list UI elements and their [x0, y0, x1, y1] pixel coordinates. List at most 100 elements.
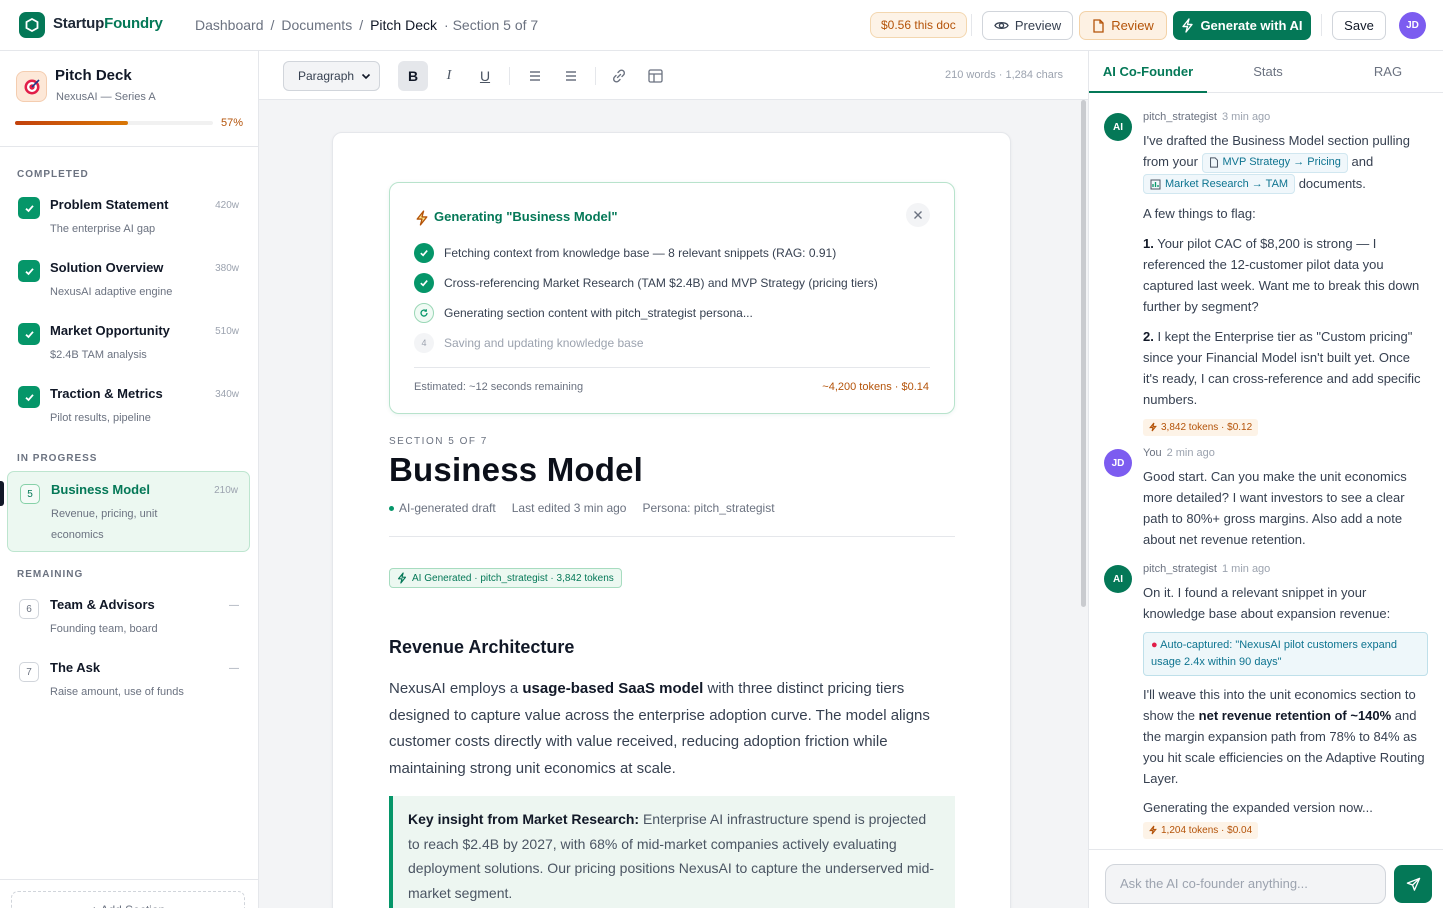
doc-progress-bar — [15, 121, 213, 125]
doc-cost-badge: $0.56 this doc — [870, 12, 967, 38]
table-button[interactable] — [640, 61, 670, 91]
message-author: You 2 min ago — [1143, 447, 1215, 459]
underline-button[interactable]: U — [470, 61, 500, 91]
chevron-down-icon — [361, 73, 371, 80]
section-title: Problem Statement — [50, 197, 169, 212]
step-text: Cross-referencing Market Research (TAM $… — [444, 276, 878, 290]
breadcrumb: Dashboard / Documents / Pitch Deck · Sec… — [195, 17, 538, 33]
lightning-icon — [1149, 422, 1157, 432]
drag-handle[interactable] — [0, 481, 4, 506]
check-icon — [18, 386, 40, 408]
doc-title: Pitch Deck — [55, 67, 132, 84]
user-avatar[interactable]: JD — [1399, 12, 1426, 39]
section-item-traction-metrics[interactable]: Traction & Metrics Pilot results, pipeli… — [7, 376, 250, 436]
section-title: Market Opportunity — [50, 323, 170, 338]
chat-input[interactable]: Ask the AI co-founder anything... — [1105, 864, 1386, 904]
brain-icon: ● — [1151, 639, 1158, 651]
section-item-market-opportunity[interactable]: Market Opportunity $2.4B TAM analysis 51… — [7, 313, 250, 373]
section-number: 7 — [19, 662, 39, 682]
generation-progress-card: Generating "Business Model" Fetching con… — [389, 182, 955, 414]
ordered-list-icon — [566, 71, 576, 81]
step-text: Saving and updating knowledge base — [444, 336, 644, 350]
paragraph-style-select[interactable]: Paragraph — [283, 61, 380, 91]
progress-percent: 57% — [221, 117, 244, 129]
subheading[interactable]: Revenue Architecture — [389, 637, 574, 658]
generation-step: Cross-referencing Market Research (TAM $… — [414, 273, 934, 295]
generation-step: Generating section content with pitch_st… — [414, 303, 934, 325]
brand-name[interactable]: StartupFoundry — [53, 15, 163, 32]
avatar: AI — [1104, 113, 1132, 141]
section-item-team-advisors[interactable]: 6 Team & Advisors Founding team, board — — [7, 587, 250, 647]
section-title: Solution Overview — [50, 260, 164, 275]
avatar: JD — [1104, 449, 1132, 477]
preview-button[interactable]: Preview — [982, 11, 1073, 40]
editor-canvas[interactable]: Generating "Business Model" Fetching con… — [259, 100, 1088, 908]
divider — [0, 879, 258, 880]
section-item-problem-statement[interactable]: Problem Statement The enterprise AI gap … — [7, 187, 250, 247]
bold-button[interactable]: B — [398, 61, 428, 91]
section-subtitle: Pilot results, pipeline — [50, 412, 151, 424]
breadcrumb-dashboard[interactable]: Dashboard — [195, 17, 264, 33]
tab-rag[interactable]: RAG — [1329, 51, 1443, 93]
tab-stats[interactable]: Stats — [1209, 51, 1327, 93]
section-number: 6 — [19, 599, 39, 619]
generation-step: 4 Saving and updating knowledge base — [414, 333, 934, 355]
section-number: 5 — [20, 484, 40, 504]
section-word-count: 420w — [215, 200, 239, 211]
auto-captured-snippet[interactable]: ● Auto-captured: "NexusAI pilot customer… — [1143, 632, 1428, 676]
breadcrumb-documents[interactable]: Documents — [281, 17, 352, 33]
section-meta: AI-generated draft Last edited 3 min ago… — [389, 501, 775, 515]
section-title: The Ask — [50, 660, 101, 675]
ai-generated-badge: AI Generated · pitch_strategist · 3,842 … — [389, 568, 622, 588]
word-count: 210 words · 1,284 chars — [944, 69, 1063, 81]
breadcrumb-separator: / — [359, 17, 364, 33]
send-button[interactable] — [1394, 865, 1432, 903]
check-icon — [18, 260, 40, 282]
doc-reference-chip[interactable]: MVP Strategy → Pricing — [1201, 152, 1348, 173]
target-icon — [16, 71, 47, 102]
body-paragraph[interactable]: NexusAI employs a usage-based SaaS model… — [389, 676, 955, 782]
close-icon[interactable] — [906, 203, 930, 227]
section-subtitle: NexusAI adaptive engine — [50, 286, 173, 298]
step-text: Fetching context from knowledge base — 8… — [444, 246, 837, 260]
section-title: Traction & Metrics — [50, 386, 163, 401]
last-edited: Last edited 3 min ago — [511, 501, 627, 515]
scrollbar[interactable] — [1081, 100, 1086, 607]
divider — [0, 146, 258, 147]
save-button[interactable]: Save — [1332, 11, 1386, 40]
document-icon — [1209, 157, 1218, 168]
numbered-list-button[interactable] — [556, 61, 586, 91]
section-subtitle: The enterprise AI gap — [50, 223, 156, 235]
check-circle-icon — [414, 243, 434, 263]
insight-callout[interactable]: Key insight from Market Research: Enterp… — [389, 796, 955, 908]
italic-button[interactable]: I — [434, 61, 464, 91]
send-icon — [1406, 877, 1420, 891]
tab-ai-co-founder[interactable]: AI Co-Founder — [1089, 51, 1207, 93]
persona-label: Persona: pitch_strategist — [642, 501, 775, 515]
token-usage-badge: 1,204 tokens · $0.04 — [1143, 821, 1259, 839]
section-item-business-model[interactable]: 5 Business Model Revenue, pricing, unit … — [7, 471, 250, 552]
generate-with-ai-button[interactable]: Generate with AI — [1173, 11, 1311, 40]
logo-icon[interactable] — [19, 12, 45, 38]
review-button[interactable]: Review — [1079, 11, 1167, 40]
divider — [414, 367, 930, 368]
link-button[interactable] — [604, 61, 634, 91]
divider — [971, 14, 972, 36]
breadcrumb-separator: / — [270, 17, 275, 33]
section-word-count: 340w — [215, 389, 239, 400]
section-word-count: 380w — [215, 263, 239, 274]
section-item-the-ask[interactable]: 7 The Ask Raise amount, use of funds — — [7, 650, 250, 710]
bullet-list-button[interactable] — [520, 61, 550, 91]
time-estimate: Estimated: ~12 seconds remaining — [414, 381, 584, 393]
doc-reference-chip[interactable]: Market Research → TAM — [1143, 174, 1296, 195]
section-item-solution-overview[interactable]: Solution Overview NexusAI adaptive engin… — [7, 250, 250, 310]
chart-icon — [1150, 179, 1161, 190]
top-bar: StartupFoundry Dashboard / Documents / P… — [0, 0, 1443, 51]
token-cost: ~4,200 tokens · $0.14 — [822, 381, 929, 393]
section-heading[interactable]: Business Model — [389, 451, 643, 489]
add-section-button[interactable]: + Add Section — [11, 891, 245, 908]
section-word-count: 210w — [214, 485, 238, 496]
group-label-remaining: REMAINING — [17, 569, 84, 580]
document-page[interactable]: Generating "Business Model" Fetching con… — [332, 132, 1011, 908]
generation-title: Generating "Business Model" — [434, 209, 618, 224]
